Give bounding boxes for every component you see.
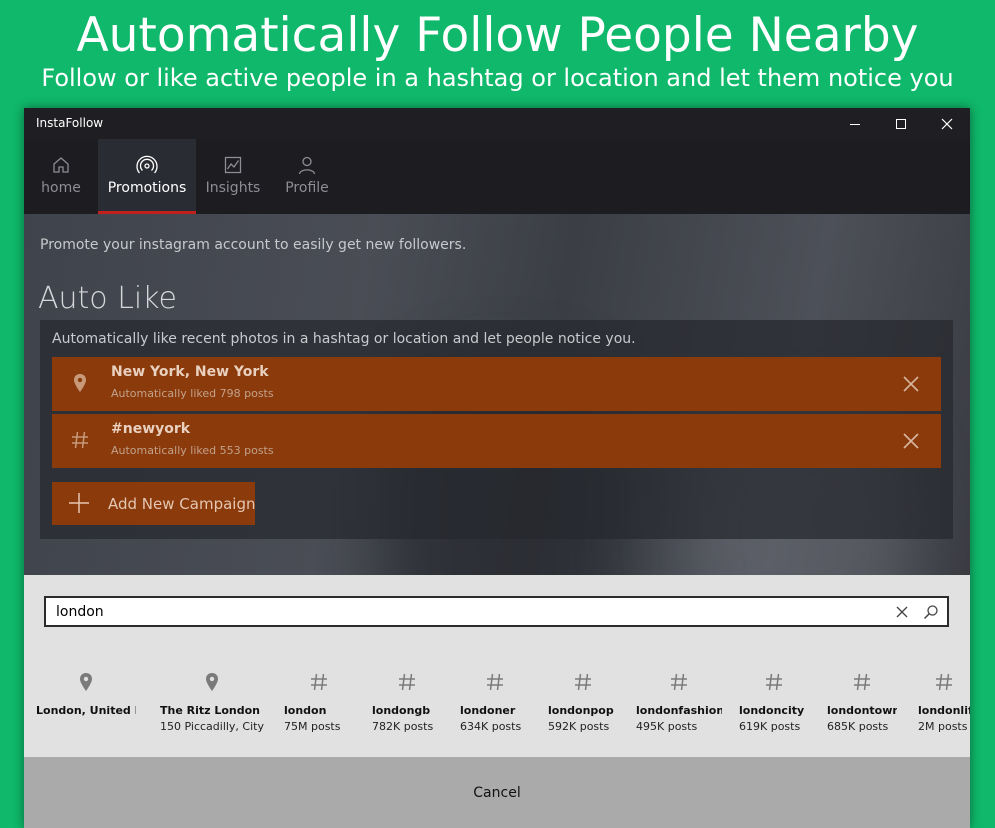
auto-like-description: Automatically like recent photos in a ha… <box>52 331 636 347</box>
remove-campaign-button[interactable] <box>899 372 923 396</box>
auto-like-panel: Automatically like recent photos in a ha… <box>40 320 953 539</box>
result-name: londontown <box>827 704 897 717</box>
result-detail: 592K posts <box>548 720 610 733</box>
broadcast-icon <box>136 155 158 174</box>
hashtag-icon <box>827 667 897 697</box>
close-window-button[interactable] <box>924 108 970 139</box>
search-result-hashtag[interactable]: londonpop 592K posts <box>548 667 618 737</box>
campaign-stats: Automatically liked 553 posts <box>111 444 274 457</box>
app-window: InstaFollow home Promotions Insights Pro… <box>24 108 970 828</box>
hashtag-icon <box>69 427 91 453</box>
cancel-button[interactable]: Cancel <box>24 757 970 828</box>
location-pin-icon <box>36 667 136 697</box>
dialog-footer: Cancel <box>24 757 970 828</box>
add-new-campaign-button[interactable]: Add New Campaign <box>52 482 255 525</box>
result-detail: 685K posts <box>827 720 889 733</box>
clear-icon[interactable] <box>895 605 909 619</box>
result-detail: 634K posts <box>460 720 522 733</box>
promote-description: Promote your instagram account to easily… <box>40 237 467 253</box>
close-icon <box>941 118 953 129</box>
campaign-item[interactable]: #newyork Automatically liked 553 posts <box>52 414 941 468</box>
search-result-hashtag[interactable]: londontown 685K posts <box>827 667 897 737</box>
home-icon <box>53 157 69 173</box>
hashtag-icon <box>284 667 354 697</box>
campaign-stats: Automatically liked 798 posts <box>111 387 274 400</box>
nav-item-label: Profile <box>285 180 329 196</box>
campaign-title: #newyork <box>111 421 191 437</box>
result-name: londongb <box>372 704 431 717</box>
result-detail: 619K posts <box>739 720 801 733</box>
search-result-hashtag[interactable]: londonlife 2M posts <box>918 667 970 737</box>
search-input[interactable] <box>56 602 876 621</box>
section-title: Auto Like <box>38 281 177 316</box>
campaign-title: New York, New York <box>111 364 269 380</box>
search-icon[interactable] <box>923 604 939 620</box>
search-result-hashtag[interactable]: londonfashion 495K posts <box>636 667 722 737</box>
result-detail: 150 Piccadilly, City <box>160 720 264 733</box>
location-pin-icon <box>69 370 91 396</box>
search-result-hashtag[interactable]: london 75M posts <box>284 667 354 737</box>
banner-title: Automatically Follow People Nearby <box>76 8 919 63</box>
search-box[interactable] <box>44 596 949 627</box>
hashtag-icon <box>372 667 442 697</box>
nav-item-promotions[interactable]: Promotions <box>98 139 196 214</box>
hashtag-icon <box>918 667 970 697</box>
hashtag-icon <box>636 667 722 697</box>
close-icon <box>903 433 919 449</box>
window-title: InstaFollow <box>36 116 104 130</box>
result-name: The Ritz London <box>160 704 261 717</box>
search-result-hashtag[interactable]: londongb 782K posts <box>372 667 442 737</box>
hashtag-icon <box>460 667 530 697</box>
person-icon <box>298 156 316 175</box>
remove-campaign-button[interactable] <box>899 429 923 453</box>
banner-subtitle: Follow or like active people in a hashta… <box>41 64 954 92</box>
search-result-location[interactable]: London, United Kingdom <box>36 667 136 737</box>
hashtag-icon <box>548 667 618 697</box>
result-detail: 75M posts <box>284 720 341 733</box>
campaign-item[interactable]: New York, New York Automatically liked 7… <box>52 357 941 411</box>
nav-item-label: home <box>41 180 81 196</box>
result-name: london <box>284 704 327 717</box>
search-result-location[interactable]: The Ritz London 150 Piccadilly, City <box>160 667 264 737</box>
nav-item-label: Insights <box>205 180 261 196</box>
maximize-button[interactable] <box>878 108 924 139</box>
search-result-hashtag[interactable]: londoner 634K posts <box>460 667 530 737</box>
location-pin-icon <box>160 667 264 697</box>
result-name: londonpop <box>548 704 614 717</box>
result-detail: 495K posts <box>636 720 698 733</box>
nav-item-profile[interactable]: Profile <box>270 139 344 214</box>
result-name: londonfashion <box>636 704 722 717</box>
result-name: londoner <box>460 704 516 717</box>
nav-item-insights[interactable]: Insights <box>196 139 270 214</box>
result-detail: 2M posts <box>918 720 968 733</box>
close-icon <box>903 376 919 392</box>
hashtag-icon <box>739 667 809 697</box>
result-name: London, United Kingdom <box>36 704 136 717</box>
result-detail: 782K posts <box>372 720 434 733</box>
result-name: londonlife <box>918 704 970 717</box>
search-sheet: London, United Kingdom The Ritz London 1… <box>24 575 970 757</box>
maximize-icon <box>896 118 906 129</box>
minimize-button[interactable] <box>832 108 878 139</box>
chart-icon <box>224 156 242 174</box>
search-result-hashtag[interactable]: londoncity 619K posts <box>739 667 809 737</box>
result-name: londoncity <box>739 704 805 717</box>
add-new-campaign-label: Add New Campaign <box>108 495 256 513</box>
title-bar[interactable]: InstaFollow <box>24 108 970 139</box>
minimize-icon <box>850 123 860 125</box>
nav-item-label: Promotions <box>107 180 187 196</box>
top-navigation: home Promotions Insights Profile <box>24 139 970 214</box>
plus-icon <box>69 493 89 513</box>
nav-item-home[interactable]: home <box>24 139 98 214</box>
